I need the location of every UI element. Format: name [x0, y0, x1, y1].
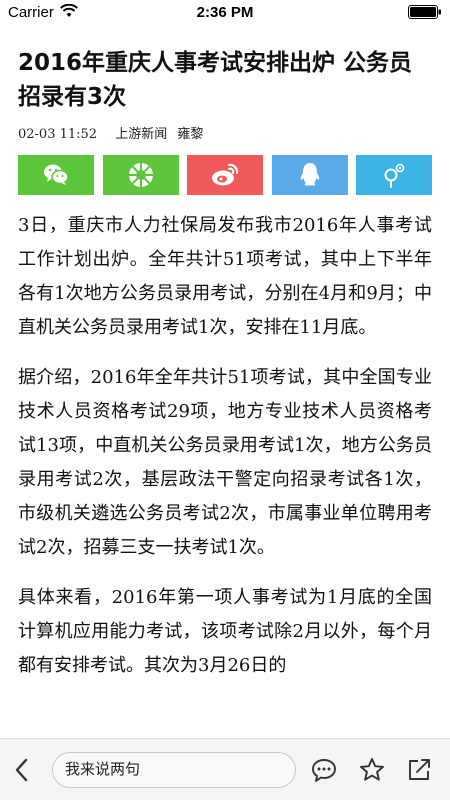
- moments-icon: [128, 163, 153, 187]
- status-bar: Carrier 2:36 PM: [0, 0, 450, 26]
- share-out-icon[interactable]: [405, 756, 433, 784]
- share-bar: [18, 155, 432, 195]
- star-icon[interactable]: [358, 756, 386, 784]
- share-wechat-button[interactable]: [18, 155, 94, 195]
- paragraph: 具体来看，2016年第一项人事考试为1月底的全国计算机应用能力考试，该项考试除2…: [18, 587, 432, 676]
- qq-icon: [300, 163, 319, 186]
- article-source: 上游新闻: [115, 127, 168, 142]
- article-author: 雍黎: [177, 127, 204, 142]
- comment-input[interactable]: 我来说两句: [52, 752, 296, 788]
- back-icon[interactable]: [8, 755, 36, 785]
- paragraph: 据介绍，2016年全年共计51项考试，其中全国专业技术人员资格考试29项，地方专…: [18, 367, 432, 558]
- status-time: 2:36 PM: [196, 4, 254, 21]
- weibo-icon: [212, 163, 239, 186]
- wechat-icon: [44, 164, 69, 185]
- article-date: 02-03 11:52: [18, 127, 98, 142]
- share-qq-button[interactable]: [271, 155, 348, 195]
- paragraph: 3日，重庆市人力社保局发布我市2016年人事考试工作计划出炉。全年共计51项考试…: [18, 215, 432, 338]
- battery-icon: [408, 5, 441, 19]
- share-moments-button[interactable]: [102, 155, 179, 195]
- article-meta: 02-03 11:52 上游新闻 雍黎: [18, 123, 432, 143]
- link-share-icon: [384, 163, 405, 188]
- article-title: 2016年重庆人事考试安排出炉 公务员招录有3次: [18, 50, 413, 110]
- share-weibo-button[interactable]: [187, 155, 263, 195]
- bottom-toolbar: 我来说两句: [0, 738, 450, 800]
- article: 2016年重庆人事考试安排出炉 公务员招录有3次 02-03 11:52 上游新…: [18, 46, 432, 699]
- share-other-button[interactable]: [356, 155, 432, 195]
- article-body: 3日，重庆市人力社保局发布我市2016年人事考试工作计划出炉。全年共计51项考试…: [18, 209, 432, 683]
- comment-icon[interactable]: [310, 756, 338, 784]
